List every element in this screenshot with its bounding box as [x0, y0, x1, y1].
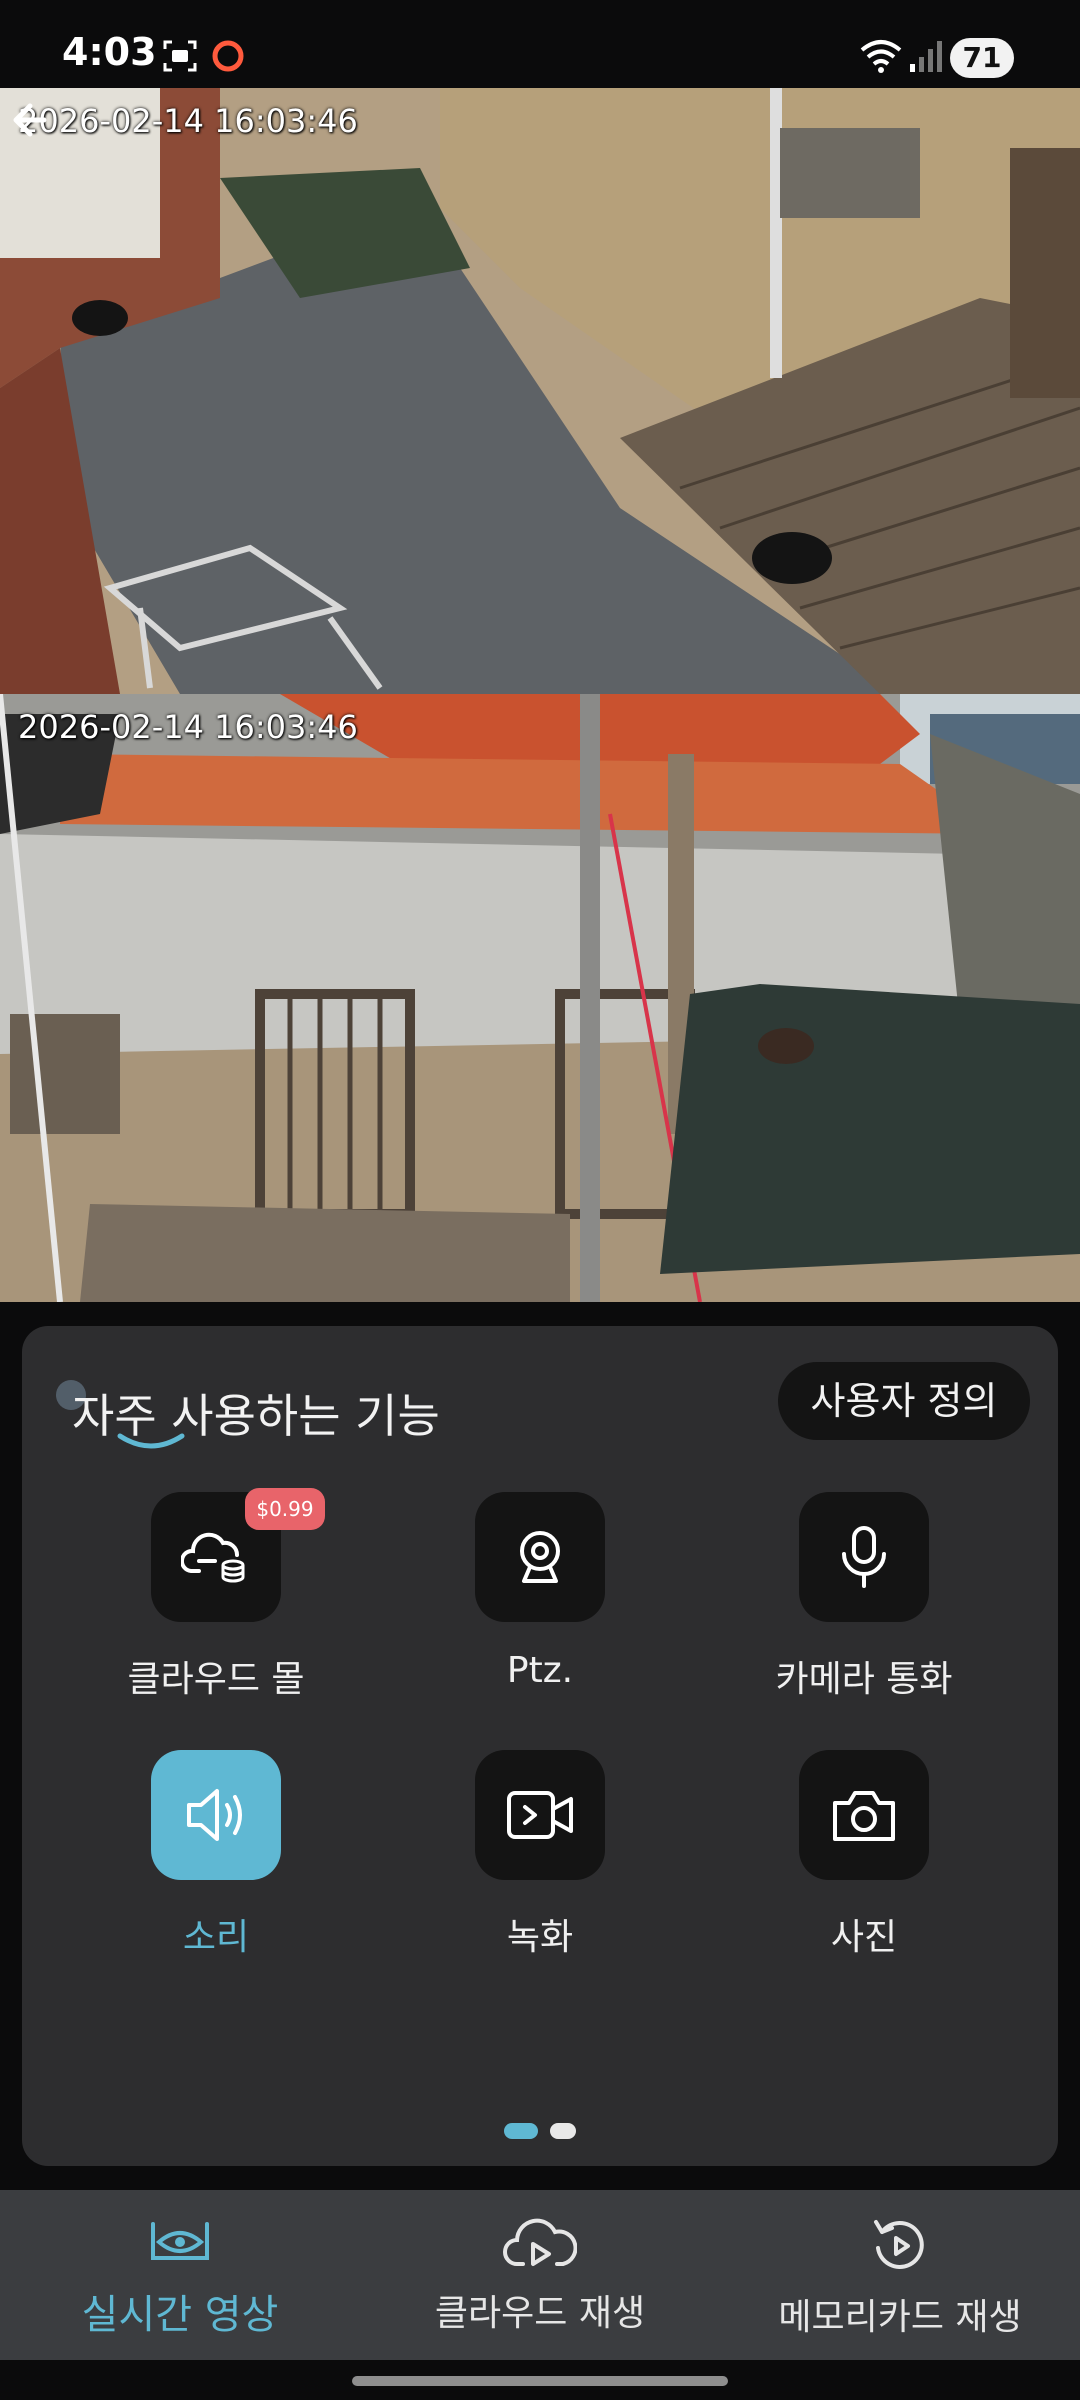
screenshot-icon [163, 40, 197, 72]
record-icon [212, 40, 244, 72]
function-cloud-mall[interactable]: $0.99 클라우드 몰 [66, 1488, 366, 1702]
status-bar: 4:03 71 [0, 0, 1080, 88]
sound-button[interactable] [151, 1750, 281, 1880]
home-indicator[interactable] [352, 2376, 728, 2386]
price-badge: $0.99 [245, 1488, 325, 1530]
nav-label: 클라우드 재생 [434, 2293, 646, 2334]
status-time: 4:03 [62, 30, 157, 74]
function-label: 소리 [182, 1917, 250, 1958]
cloud-shop-icon [181, 1532, 245, 1583]
eye-icon [151, 2222, 209, 2260]
function-sound[interactable]: 소리 [66, 1750, 366, 1960]
frequent-functions-panel: 자주 사용하는 기능 사용자 정의 $0.99 클라우드 몰 Ptz. 카메라 … [22, 1326, 1058, 2166]
cloud-mall-button[interactable]: $0.99 [151, 1488, 325, 1622]
function-record[interactable]: 녹화 [390, 1750, 690, 1960]
bottom-navigation: 실시간 영상 클라우드 재생 메모리카드 재생 [0, 2190, 1080, 2360]
speaker-icon [187, 1789, 242, 1841]
page-dot-inactive[interactable] [550, 2122, 576, 2139]
record-button[interactable] [475, 1750, 605, 1880]
function-label: Ptz. [506, 1650, 574, 1691]
function-label: 카메라 통화 [775, 1659, 953, 1700]
function-camera-call[interactable]: 카메라 통화 [714, 1492, 1014, 1702]
nav-label: 메모리카드 재생 [778, 2297, 1022, 2338]
feed-2-timestamp: 2026-02-14 16:03:46 [18, 708, 358, 746]
nav-memory-card-playback[interactable]: 메모리카드 재생 [720, 2218, 1080, 2340]
feed-2-image [0, 694, 1080, 1302]
page-indicator [22, 2120, 1058, 2139]
wifi-icon [860, 40, 902, 73]
function-label: 녹화 [506, 1917, 574, 1958]
video-record-icon [507, 1791, 573, 1839]
nav-cloud-playback[interactable]: 클라우드 재생 [360, 2218, 720, 2336]
title-swoosh-decoration [117, 1433, 185, 1449]
function-photo[interactable]: 사진 [714, 1750, 1014, 1960]
page-dot-active[interactable] [504, 2122, 538, 2139]
camera-feed-1[interactable]: 2026-02-14 16:03:46 [0, 88, 1080, 694]
signal-icon [910, 41, 942, 72]
photo-button[interactable] [799, 1750, 929, 1880]
customize-button[interactable]: 사용자 정의 [778, 1362, 1030, 1440]
back-arrow-icon[interactable] [0, 88, 64, 152]
replay-icon [874, 2220, 924, 2269]
feed-1-timestamp: 2026-02-14 16:03:46 [18, 102, 358, 140]
camera-call-button[interactable] [799, 1492, 929, 1622]
microphone-icon [842, 1526, 886, 1588]
function-ptz[interactable]: Ptz. [390, 1492, 690, 1691]
webcam-icon [520, 1531, 560, 1583]
camera-feed-2[interactable]: 2026-02-14 16:03:46 [0, 694, 1080, 1302]
feed-1-image [0, 88, 1080, 694]
function-label: 사진 [830, 1917, 898, 1958]
nav-live-view[interactable]: 실시간 영상 [0, 2218, 360, 2340]
battery-icon: 71 [950, 38, 1014, 78]
cloud-play-icon [503, 2218, 578, 2266]
nav-label: 실시간 영상 [81, 2292, 279, 2338]
camera-icon [833, 1791, 895, 1841]
ptz-button[interactable] [475, 1492, 605, 1622]
function-label: 클라우드 몰 [127, 1659, 305, 1700]
